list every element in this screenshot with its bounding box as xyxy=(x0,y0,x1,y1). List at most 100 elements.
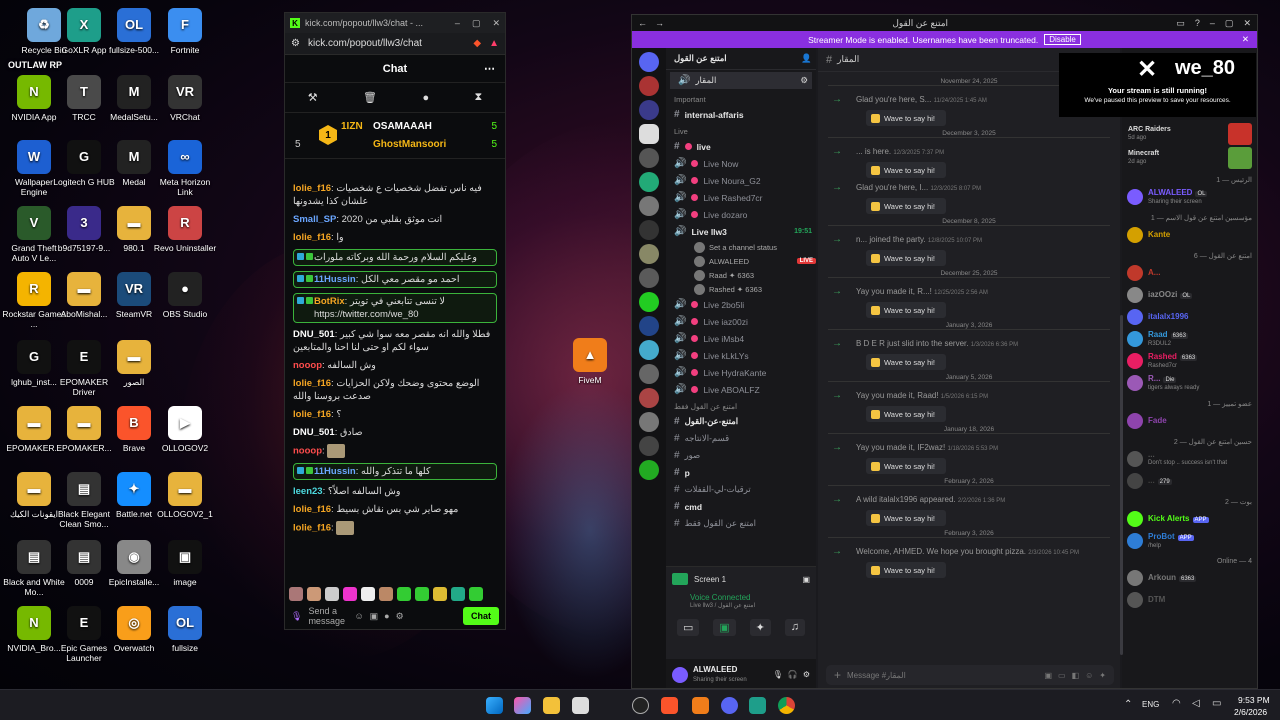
server-icon[interactable] xyxy=(639,292,659,312)
apps-icon[interactable]: ✦ xyxy=(1099,671,1106,680)
desktop-icon[interactable]: ● OBS Studio xyxy=(153,272,217,319)
hourglass-icon[interactable]: ⧗ xyxy=(475,91,483,104)
message-input[interactable]: Message #المقار xyxy=(847,671,906,680)
voice-channel[interactable]: 🔊 Live iaz00zi xyxy=(666,313,816,330)
desktop-icon[interactable]: ▣ image xyxy=(153,540,217,587)
language-indicator[interactable]: ENG xyxy=(1142,700,1159,709)
voice-channel[interactable]: 🔊 Live ABOALFZ xyxy=(666,381,816,398)
member-row[interactable]: Arkoun 6363 xyxy=(1122,567,1257,589)
more-options-icon[interactable]: ⋯ xyxy=(484,62,495,75)
voice-channel[interactable]: 🔊 Live Rashed7cr xyxy=(666,189,816,206)
member-row[interactable]: R... Die tigers always ready xyxy=(1122,372,1257,394)
avatar[interactable] xyxy=(672,666,688,683)
member-row[interactable]: ALWALEED OL Sharing their screen xyxy=(1122,186,1257,208)
chat-message-list[interactable]: lolie_f16: فيه ناس تفضل شخصيات ع شخصيات … xyxy=(285,179,505,583)
server-icon[interactable] xyxy=(639,220,659,240)
chat-username[interactable]: 11Hussin xyxy=(314,466,356,477)
plus-icon[interactable]: + xyxy=(834,668,841,682)
media-player-icon[interactable] xyxy=(572,697,589,714)
hammer-icon[interactable]: ⚒ xyxy=(308,91,318,104)
chat-input[interactable]: Send a message xyxy=(308,606,348,626)
wave-button[interactable]: Wave to say hi! xyxy=(866,110,946,126)
member-row[interactable]: Fade xyxy=(1122,410,1257,432)
server-icon[interactable] xyxy=(639,196,659,216)
camera-icon[interactable]: ▭ xyxy=(676,619,700,636)
channel-category[interactable]: امتنع عن القول فقط xyxy=(666,398,816,413)
tray-chevron-icon[interactable]: ⌃ xyxy=(1124,699,1132,710)
desktop-icon[interactable]: ▬ OLLOGOV2_1 xyxy=(153,472,217,519)
discord-titlebar[interactable]: ← → امتنع عن القول ▭ ? – ▢ ✕ xyxy=(632,15,1257,31)
member-row[interactable]: ... 279 xyxy=(1122,470,1257,492)
settings-icon[interactable]: ⚙ xyxy=(800,75,808,86)
member-row[interactable]: italalx1996 xyxy=(1122,306,1257,328)
gif-icon[interactable]: ▭ xyxy=(1058,671,1066,680)
volume-icon[interactable]: ◁ xyxy=(1192,698,1200,709)
game-activity[interactable]: Minecraft 2d ago xyxy=(1122,146,1257,170)
minimize-icon[interactable]: – xyxy=(455,18,460,29)
server-icon[interactable] xyxy=(639,124,659,144)
text-channel[interactable]: # امتنع-عن-القول xyxy=(666,413,816,430)
close-icon[interactable]: ✕ xyxy=(492,18,500,29)
forward-arrow-icon[interactable]: → xyxy=(655,18,664,28)
close-banner-icon[interactable]: ✕ xyxy=(1242,34,1249,45)
text-channel[interactable]: # قسم-الانتاجه xyxy=(666,430,816,447)
wifi-icon[interactable]: ◠ xyxy=(1172,698,1181,709)
server-icon[interactable] xyxy=(639,340,659,360)
screen-icon[interactable]: ▣ xyxy=(713,619,736,636)
server-icon[interactable] xyxy=(639,436,659,456)
server-icon[interactable] xyxy=(639,364,659,384)
inbox-icon[interactable]: ▭ xyxy=(1176,18,1185,29)
member-row[interactable]: A... xyxy=(1122,262,1257,284)
wave-button[interactable]: Wave to say hi! xyxy=(866,510,946,526)
desktop-icon[interactable]: ▲ FiveM xyxy=(558,338,622,385)
chat-username[interactable]: lolie_f16 xyxy=(293,409,331,420)
desktop-icon[interactable]: R Revo Uninstaller xyxy=(153,206,217,253)
kick-address-bar[interactable]: ⚙ kick.com/popout/llw3/chat ◆ ▲ xyxy=(285,33,505,55)
text-channel[interactable]: # صور xyxy=(666,447,816,464)
voice-channel[interactable]: 🔊 Live iMsb4 xyxy=(666,330,816,347)
emote-icon[interactable] xyxy=(451,587,465,601)
chat-username[interactable]: nooop xyxy=(293,446,322,457)
server-icon[interactable] xyxy=(639,316,659,336)
emote-icon[interactable] xyxy=(307,587,321,601)
emote-icon[interactable] xyxy=(325,587,339,601)
text-channel[interactable]: # internal-affaris xyxy=(666,106,816,123)
obs-icon[interactable] xyxy=(632,697,649,714)
voice-channel[interactable]: 🔊 Live kLkLYs xyxy=(666,347,816,364)
help-icon[interactable]: ? xyxy=(1195,18,1200,28)
voice-member[interactable]: Raad ✦ 6363 xyxy=(666,268,816,282)
member-row[interactable]: DTM xyxy=(1122,589,1257,611)
brave-shield-icon[interactable]: ◆ xyxy=(473,38,481,49)
chat-username[interactable]: lolie_f16 xyxy=(293,183,331,194)
maximize-icon[interactable]: ▢ xyxy=(472,18,481,29)
battery-icon[interactable]: ▭ xyxy=(1212,698,1221,709)
sticker-icon[interactable]: ◧ xyxy=(1072,671,1080,680)
gift-icon[interactable]: ▣ xyxy=(1044,671,1052,680)
maximize-icon[interactable]: ▢ xyxy=(1225,18,1234,29)
channel-category[interactable]: Live xyxy=(666,123,816,138)
emoji-icon[interactable]: ☺ xyxy=(1085,671,1093,680)
headphones-icon[interactable]: 🎧 xyxy=(788,670,798,679)
clock-date[interactable]: 2/6/2026 xyxy=(1234,707,1267,717)
server-icon[interactable] xyxy=(639,388,659,408)
desktop-icon[interactable]: F Fortnite xyxy=(153,8,217,55)
server-name-header[interactable]: امتنع عن القول 👤 xyxy=(666,48,816,70)
desktop-icon[interactable]: ▶ OLLOGOV2 xyxy=(153,406,217,453)
emote-icon[interactable] xyxy=(289,587,303,601)
wave-button[interactable]: Wave to say hi! xyxy=(866,406,946,422)
file-explorer-icon[interactable] xyxy=(543,697,560,714)
clock-time[interactable]: 9:53 PM xyxy=(1238,695,1270,705)
text-channel[interactable]: # امتنع عن القول فقط xyxy=(666,515,816,532)
wave-button[interactable]: Wave to say hi! xyxy=(866,198,946,214)
chat-username[interactable]: leen23 xyxy=(293,486,323,497)
fivem-icon[interactable] xyxy=(692,697,709,714)
emote-icon[interactable] xyxy=(433,587,447,601)
back-arrow-icon[interactable]: ← xyxy=(638,18,647,28)
voice-member[interactable]: Rashed ✦ 6363 xyxy=(666,282,816,296)
message-feed[interactable]: November 24, 2025Glad you're here, S... … xyxy=(818,72,1120,578)
member-row[interactable]: Kante xyxy=(1122,224,1257,246)
gear-icon[interactable]: ⚙ xyxy=(803,670,810,679)
server-icon[interactable] xyxy=(639,244,659,264)
scrollbar[interactable] xyxy=(1120,315,1123,655)
discord-icon[interactable] xyxy=(721,697,738,714)
